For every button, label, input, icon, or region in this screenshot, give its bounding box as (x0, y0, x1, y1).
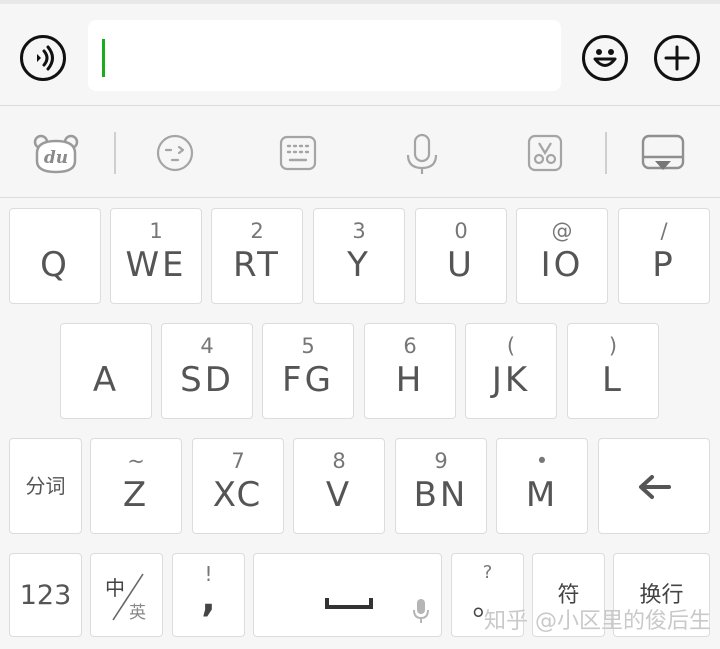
hide-keyboard-icon[interactable] (640, 133, 686, 175)
space-icon (325, 598, 373, 609)
key-label: SD (180, 360, 234, 400)
key-xc[interactable]: 7 XC (192, 438, 284, 534)
svg-text:du: du (44, 148, 68, 168)
key-sub-label: 0 (454, 219, 468, 243)
more-button[interactable] (654, 35, 700, 81)
emoticon-icon[interactable] (155, 133, 195, 173)
key-a[interactable]: A (60, 323, 152, 419)
key-sub-label: ( (506, 334, 516, 358)
key-label: M (525, 475, 559, 515)
key-label: V (325, 475, 353, 515)
key-label: JK (491, 360, 531, 400)
key-label: WE (125, 245, 187, 285)
key-label: A (92, 360, 120, 400)
key-label: , (201, 576, 216, 620)
input-bar (0, 0, 720, 106)
key-sd[interactable]: 4 SD (161, 323, 253, 419)
key-label: U (447, 245, 475, 285)
toolbar-divider (605, 132, 607, 174)
text-caret (102, 39, 105, 77)
key-sub-label: 7 (231, 449, 245, 473)
clipboard-icon[interactable] (525, 133, 565, 173)
key-label: P (652, 245, 676, 285)
key-label: L (602, 360, 624, 400)
keyboard-icon[interactable] (278, 133, 318, 173)
key-label: H (395, 360, 425, 400)
key-label: Q (40, 245, 70, 285)
message-input[interactable] (88, 20, 561, 91)
voice-mode-button[interactable] (20, 35, 66, 81)
key-jk[interactable]: ( JK (465, 323, 557, 419)
key-sub-label: 3 (352, 219, 366, 243)
key-sub-label: ~ (127, 449, 145, 473)
key-sub-label: 8 (332, 449, 346, 473)
toolbar-divider (114, 132, 116, 174)
key-sub-label: 4 (200, 334, 214, 358)
baidu-logo-icon[interactable]: du (32, 133, 80, 175)
key-rt[interactable]: 2 RT (211, 208, 303, 304)
plus-icon (664, 45, 690, 71)
key-sub-label: ) (608, 334, 618, 358)
key-p[interactable]: / P (618, 208, 710, 304)
key-h[interactable]: 6 H (364, 323, 456, 419)
key-sub-label: 1 (149, 219, 163, 243)
key-we[interactable]: 1 WE (110, 208, 202, 304)
key-word-segment[interactable]: 分词 (9, 438, 82, 534)
key-y[interactable]: 3 Y (313, 208, 405, 304)
key-sub-label: • (535, 449, 549, 473)
backspace-key[interactable] (598, 438, 710, 534)
key-fg[interactable]: 5 FG (262, 323, 354, 419)
key-v[interactable]: 8 V (293, 438, 385, 534)
emoji-icon (593, 49, 617, 67)
key-label: IO (540, 245, 584, 285)
key-label: 123 (19, 580, 72, 611)
key-sub-label: @ (551, 219, 573, 243)
watermark: 知乎 @小区里的俊后生 (484, 609, 711, 634)
lang-english-label: 英 (129, 603, 146, 623)
emoji-button[interactable] (582, 35, 628, 81)
key-z[interactable]: ~ Z (90, 438, 182, 534)
voice-input-icon (413, 599, 429, 623)
microphone-icon[interactable] (402, 133, 442, 175)
language-switch-key[interactable]: 中 英 (90, 553, 163, 637)
key-label: Z (122, 475, 150, 515)
key-number-mode[interactable]: 123 (9, 553, 82, 637)
key-u[interactable]: 0 U (415, 208, 507, 304)
key-label: FG (282, 360, 334, 400)
keyboard-toolbar: du (0, 107, 720, 198)
comma-key[interactable]: ! , (172, 553, 245, 637)
key-sub-label: 2 (250, 219, 264, 243)
key-label: Y (347, 245, 371, 285)
key-label: 分词 (25, 474, 66, 498)
key-l[interactable]: ) L (567, 323, 659, 419)
key-sub-label: 6 (403, 334, 417, 358)
key-sub-label: 5 (301, 334, 315, 358)
key-label: XC (212, 475, 264, 515)
voice-icon (37, 45, 54, 71)
key-label: BN (413, 475, 469, 515)
key-label: RT (233, 245, 281, 285)
slash-icon (112, 573, 144, 621)
keyboard: Q 1 WE 2 RT 3 Y 0 U @ IO / P A 4 SD 5 FG… (0, 198, 720, 649)
key-m[interactable]: • M (496, 438, 588, 534)
key-bn[interactable]: 9 BN (395, 438, 487, 534)
key-io[interactable]: @ IO (516, 208, 608, 304)
key-q[interactable]: Q (9, 208, 101, 304)
key-sub-label: 9 (434, 449, 448, 473)
space-key[interactable] (253, 553, 442, 637)
backspace-arrow-icon (639, 475, 671, 499)
key-sub-label: / (660, 219, 668, 243)
